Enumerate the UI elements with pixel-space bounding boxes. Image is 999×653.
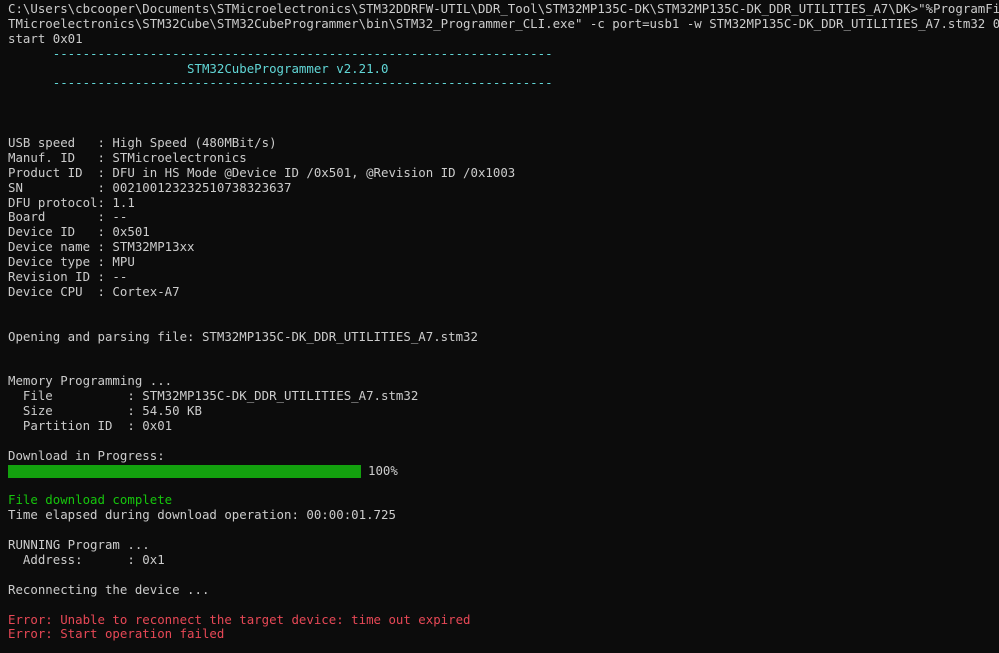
running-program-title: RUNNING Program ... — [8, 537, 150, 553]
download-progress-title: Download in Progress: — [8, 447, 165, 463]
info-device-name: Device name : STM32MP13xx — [8, 239, 195, 255]
info-usb-speed: USB speed : High Speed (480MBit/s) — [8, 135, 277, 151]
running-address: Address: : 0x1 — [8, 551, 165, 567]
info-manuf-id: Manuf. ID : STMicroelectronics — [8, 149, 247, 165]
banner-rule-bottom: ----------------------------------------… — [8, 75, 553, 91]
info-serial-number: SN : 002100123232510738323637 — [8, 179, 292, 195]
info-device-id: Device ID : 0x501 — [8, 224, 150, 240]
reconnecting-message: Reconnecting the device ... — [8, 581, 210, 597]
progress-percent-label: 100% — [368, 462, 398, 478]
download-progress-row: 100% — [8, 462, 999, 479]
info-revision-id: Revision ID : -- — [8, 269, 128, 285]
banner-rule-top: ----------------------------------------… — [8, 45, 553, 61]
error-start-failed: Error: Start operation failed — [8, 626, 225, 642]
info-dfu-protocol: DFU protocol: 1.1 — [8, 194, 135, 210]
opening-file-message: Opening and parsing file: STM32MP135C-DK… — [8, 328, 478, 344]
terminal-window[interactable]: C:\Users\cbcooper\Documents\STMicroelect… — [0, 0, 999, 653]
info-board: Board : -- — [8, 209, 128, 225]
command-line-2: TMicroelectronics\STM32Cube\STM32CubePro… — [8, 15, 999, 31]
download-elapsed-time: Time elapsed during download operation: … — [8, 507, 396, 523]
memory-file: File : STM32MP135C-DK_DDR_UTILITIES_A7.s… — [8, 388, 419, 404]
progress-bar — [8, 464, 361, 478]
info-device-type: Device type : MPU — [8, 254, 135, 270]
memory-partition-id: Partition ID : 0x01 — [8, 417, 173, 433]
memory-size: Size : 54.50 KB — [8, 403, 202, 419]
info-device-cpu: Device CPU : Cortex-A7 — [8, 283, 180, 299]
info-product-id: Product ID : DFU in HS Mode @Device ID /… — [8, 164, 516, 180]
download-complete-message: File download complete — [8, 492, 173, 508]
command-line-3: start 0x01 — [8, 30, 83, 46]
progress-bar-fill — [8, 464, 361, 478]
memory-programming-title: Memory Programming ... — [8, 373, 173, 389]
command-line-1: C:\Users\cbcooper\Documents\STMicroelect… — [8, 1, 999, 16]
error-reconnect-timeout: Error: Unable to reconnect the target de… — [8, 611, 471, 627]
banner-title: STM32CubeProgrammer v2.21.0 — [8, 60, 389, 76]
